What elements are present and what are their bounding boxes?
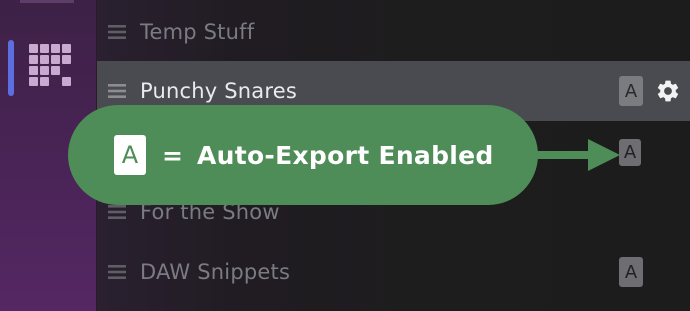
list-item-label: Temp Stuff (140, 20, 255, 44)
callout-equals: = (162, 140, 183, 170)
list-item-label: DAW Snippets (140, 260, 291, 284)
drag-handle-icon[interactable] (108, 205, 126, 219)
drag-handle-icon[interactable] (108, 265, 126, 279)
callout-text: Auto-Export Enabled (196, 140, 494, 170)
gear-icon[interactable] (655, 78, 681, 104)
active-indicator (8, 40, 14, 96)
list-item[interactable]: DAW Snippets A (97, 242, 690, 302)
rail-top-strip (20, 0, 74, 3)
arrow-right-icon (536, 139, 620, 171)
list-item-label: Punchy Snares (140, 79, 298, 103)
callout-badge: A (114, 135, 146, 175)
auto-export-callout: A = Auto-Export Enabled (68, 105, 538, 205)
auto-export-badge: A (619, 76, 643, 106)
auto-export-badge: A (619, 139, 641, 166)
auto-export-badge: A (619, 257, 643, 287)
drag-handle-icon[interactable] (108, 25, 126, 39)
drag-handle-icon[interactable] (108, 84, 126, 98)
list-item[interactable]: Temp Stuff (97, 2, 690, 62)
grid-icon[interactable] (29, 44, 73, 88)
